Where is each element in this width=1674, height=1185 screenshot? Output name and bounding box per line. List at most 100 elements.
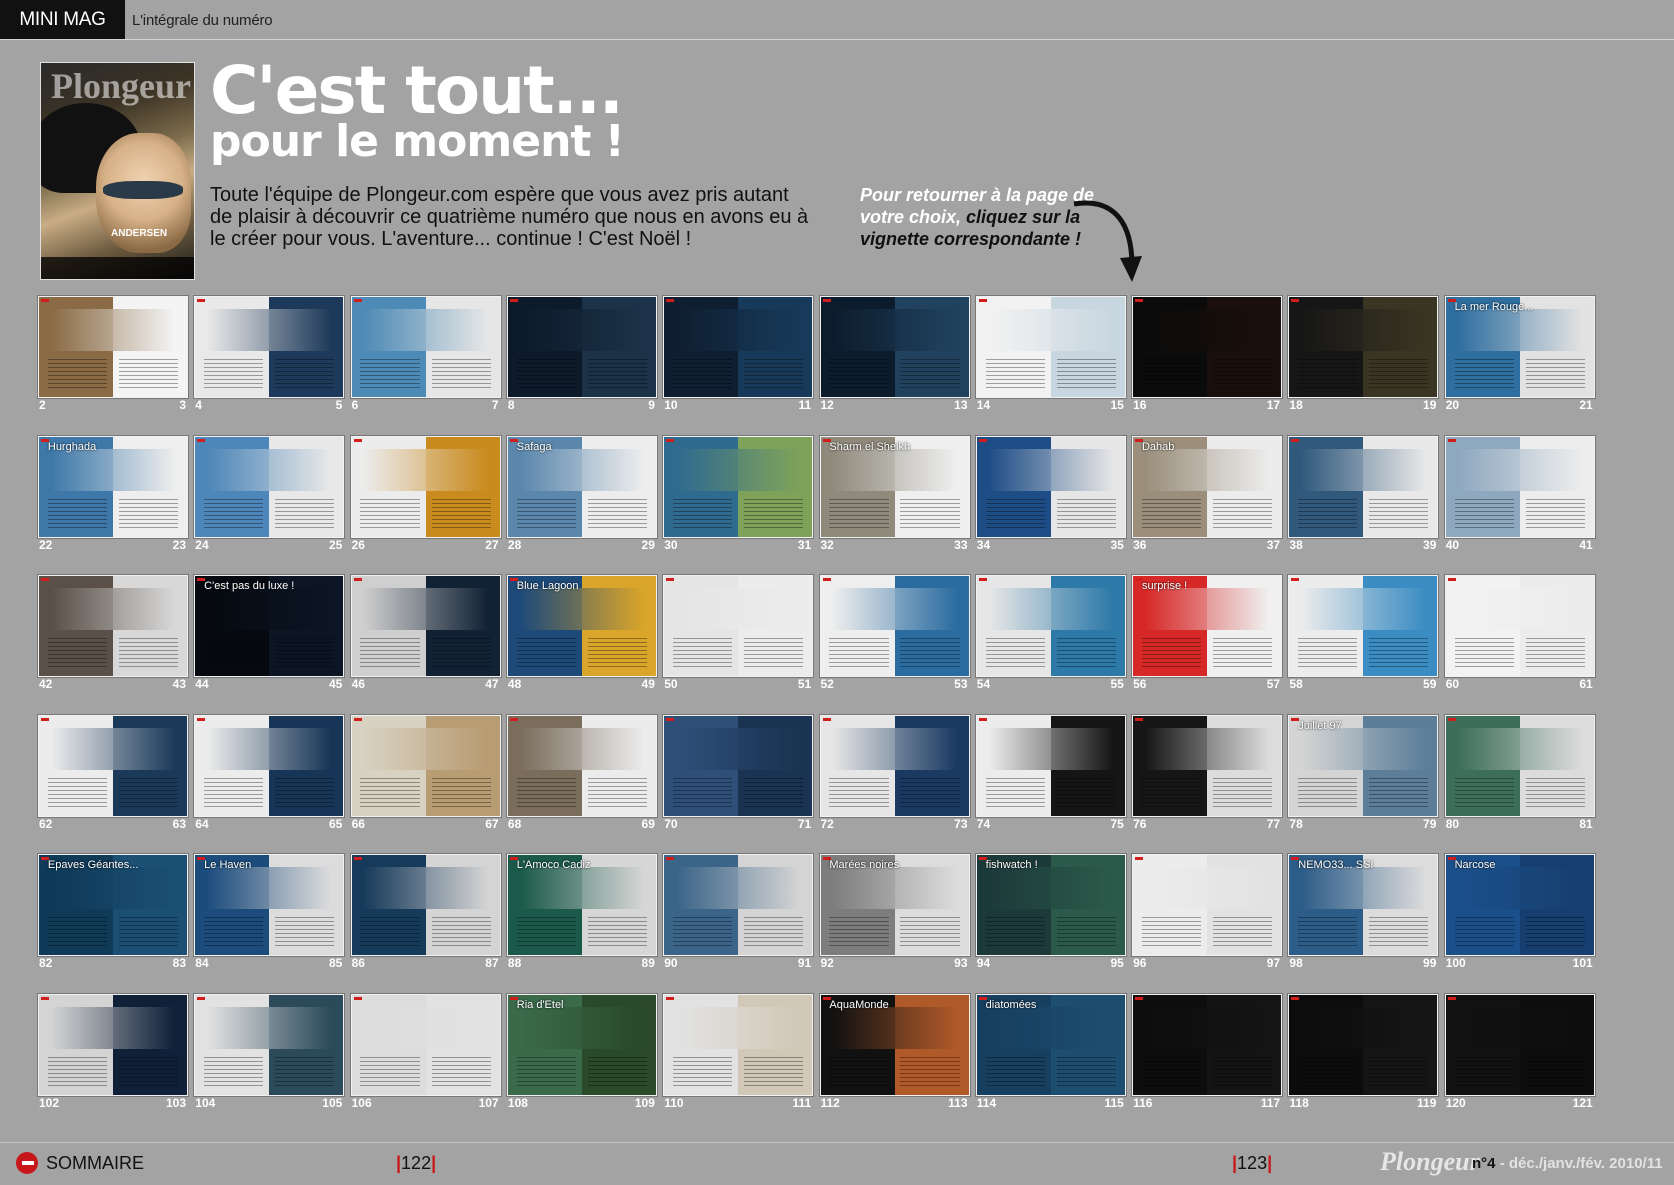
page-thumbnail[interactable]: 72 73 — [819, 714, 970, 835]
thumbnail-spread[interactable] — [1444, 575, 1595, 677]
page-thumbnail[interactable]: Narcose 100 101 — [1444, 854, 1595, 974]
thumbnail-spread[interactable] — [506, 296, 657, 398]
thumbnail-spread[interactable] — [1288, 435, 1439, 538]
thumbnail-spread[interactable] — [1132, 714, 1283, 817]
sommaire-link[interactable]: SOMMAIRE — [46, 1153, 144, 1174]
page-thumbnail[interactable]: 110 111 — [663, 993, 814, 1114]
thumbnail-spread[interactable] — [975, 714, 1126, 817]
thumbnail-spread[interactable] — [1132, 296, 1283, 398]
page-thumbnail[interactable]: 64 65 — [194, 714, 345, 835]
thumbnail-spread[interactable]: Hurghada — [38, 435, 188, 538]
page-thumbnail[interactable]: Safaga 28 29 — [506, 435, 657, 556]
page-thumbnail[interactable]: NEMO33... SSI 98 99 — [1288, 854, 1439, 974]
thumbnail-spread[interactable]: Narcose — [1444, 854, 1595, 956]
thumbnail-spread[interactable] — [663, 435, 814, 538]
thumbnail-spread[interactable] — [1444, 714, 1595, 817]
thumbnail-spread[interactable]: Epaves Géantes... — [38, 854, 188, 956]
thumbnail-spread[interactable]: diatomées — [975, 993, 1126, 1096]
thumbnail-spread[interactable] — [350, 854, 501, 956]
thumbnail-spread[interactable] — [975, 296, 1126, 398]
thumbnail-spread[interactable]: C'est pas du luxe ! — [194, 575, 345, 677]
page-thumbnail[interactable]: fishwatch ! 94 95 — [975, 854, 1126, 974]
page-thumbnail[interactable]: 23 — [38, 296, 188, 416]
page-thumbnail[interactable]: Marées noires 92 93 — [819, 854, 970, 974]
thumbnail-spread[interactable] — [194, 435, 345, 538]
thumbnail-spread[interactable] — [38, 993, 188, 1096]
page-thumbnail[interactable]: 102 103 — [38, 993, 188, 1114]
thumbnail-spread[interactable]: surprise ! — [1132, 575, 1283, 677]
page-thumbnail[interactable]: 40 41 — [1444, 435, 1595, 556]
page-thumbnail[interactable]: 70 71 — [663, 714, 814, 835]
thumbnail-spread[interactable] — [38, 575, 188, 677]
page-thumbnail[interactable]: 106 107 — [350, 993, 501, 1114]
thumbnail-spread[interactable]: L'Amoco Cadiz — [506, 854, 657, 956]
page-thumbnail[interactable]: Sharm el Sheikh 32 33 — [819, 435, 970, 556]
page-thumbnail[interactable]: L'Amoco Cadiz 88 89 — [506, 854, 657, 974]
page-thumbnail[interactable]: 68 69 — [506, 714, 657, 835]
page-thumbnail[interactable]: 118 119 — [1288, 993, 1439, 1114]
thumbnail-spread[interactable] — [506, 714, 657, 817]
page-thumbnail[interactable]: 18 19 — [1288, 296, 1439, 416]
thumbnail-spread[interactable] — [194, 993, 345, 1096]
page-thumbnail[interactable]: Hurghada 22 23 — [38, 435, 188, 556]
page-thumbnail[interactable]: Blue Lagoon 48 49 — [506, 575, 657, 695]
thumbnail-spread[interactable] — [663, 296, 814, 398]
page-thumbnail[interactable]: 50 51 — [663, 575, 814, 695]
thumbnail-spread[interactable] — [350, 714, 501, 817]
thumbnail-spread[interactable] — [350, 575, 501, 677]
thumbnail-spread[interactable]: AquaMonde — [819, 993, 970, 1096]
thumbnail-spread[interactable] — [1444, 993, 1595, 1096]
page-thumbnail[interactable]: 76 77 — [1132, 714, 1283, 835]
thumbnail-spread[interactable] — [38, 714, 188, 817]
page-thumbnail[interactable]: 116 117 — [1132, 993, 1283, 1114]
thumbnail-spread[interactable]: Blue Lagoon — [506, 575, 657, 677]
thumbnail-spread[interactable]: fishwatch ! — [975, 854, 1126, 956]
page-thumbnail[interactable]: 104 105 — [194, 993, 345, 1114]
page-thumbnail[interactable]: Dahab 36 37 — [1132, 435, 1283, 556]
page-thumbnail[interactable]: Epaves Géantes... 82 83 — [38, 854, 188, 974]
page-thumbnail[interactable]: 14 15 — [975, 296, 1126, 416]
thumbnail-spread[interactable] — [194, 296, 345, 398]
page-thumbnail[interactable]: 66 67 — [350, 714, 501, 835]
page-thumbnail[interactable]: 80 81 — [1444, 714, 1595, 835]
thumbnail-spread[interactable] — [1288, 993, 1439, 1096]
thumbnail-spread[interactable] — [975, 575, 1126, 677]
thumbnail-spread[interactable] — [1444, 435, 1595, 538]
thumbnail-spread[interactable] — [1132, 854, 1283, 956]
thumbnail-spread[interactable]: Dahab — [1132, 435, 1283, 538]
page-thumbnail[interactable]: 62 63 — [38, 714, 188, 835]
page-thumbnail[interactable]: 120 121 — [1444, 993, 1595, 1114]
page-thumbnail[interactable]: 96 97 — [1132, 854, 1283, 974]
thumbnail-spread[interactable] — [975, 435, 1126, 538]
page-thumbnail[interactable]: 86 87 — [350, 854, 501, 974]
thumbnail-spread[interactable] — [350, 993, 501, 1096]
page-thumbnail[interactable]: 42 43 — [38, 575, 188, 695]
page-thumbnail[interactable]: 89 — [506, 296, 657, 416]
page-thumbnail[interactable]: 58 59 — [1288, 575, 1439, 695]
thumbnail-spread[interactable] — [663, 575, 814, 677]
thumbnail-spread[interactable]: Safaga — [506, 435, 657, 538]
page-thumbnail[interactable]: Le Haven 84 85 — [194, 854, 345, 974]
page-thumbnail[interactable]: Ria d'Etel 108 109 — [506, 993, 657, 1114]
page-thumbnail[interactable]: 26 27 — [350, 435, 501, 556]
thumbnail-spread[interactable] — [350, 296, 501, 398]
page-thumbnail[interactable]: 67 — [350, 296, 501, 416]
sommaire-icon[interactable] — [16, 1152, 38, 1174]
page-thumbnail[interactable]: 10 11 — [663, 296, 814, 416]
page-thumbnail[interactable]: 54 55 — [975, 575, 1126, 695]
page-thumbnail[interactable]: C'est pas du luxe ! 44 45 — [194, 575, 345, 695]
page-thumbnail[interactable]: 46 47 — [350, 575, 501, 695]
thumbnail-spread[interactable] — [1288, 575, 1439, 677]
page-thumbnail[interactable]: 30 31 — [663, 435, 814, 556]
thumbnail-spread[interactable] — [663, 854, 814, 956]
thumbnail-spread[interactable]: La mer Rouge... — [1444, 296, 1595, 398]
page-thumbnail[interactable]: Juillet 97 78 79 — [1288, 714, 1439, 835]
thumbnail-spread[interactable] — [819, 296, 970, 398]
thumbnail-spread[interactable]: NEMO33... SSI — [1288, 854, 1439, 956]
page-thumbnail[interactable]: La mer Rouge... 20 21 — [1444, 296, 1595, 416]
page-thumbnail[interactable]: 45 — [194, 296, 345, 416]
thumbnail-spread[interactable] — [38, 296, 188, 398]
page-thumbnail[interactable]: 60 61 — [1444, 575, 1595, 695]
thumbnail-spread[interactable]: Le Haven — [194, 854, 345, 956]
page-thumbnail[interactable]: 74 75 — [975, 714, 1126, 835]
